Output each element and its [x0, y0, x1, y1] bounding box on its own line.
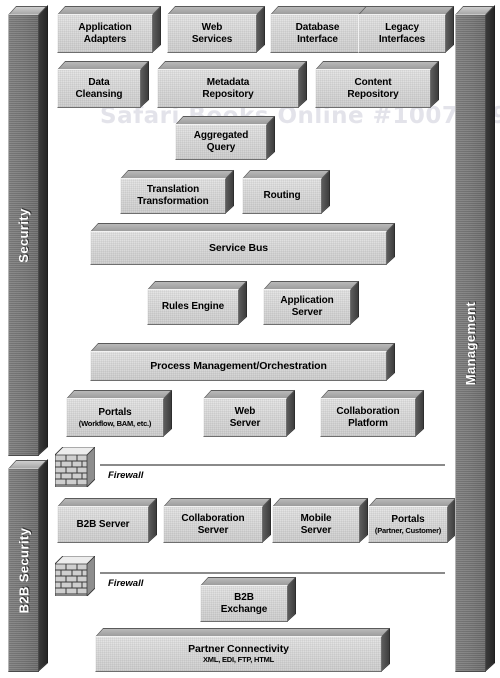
node-legacy-interfaces: Legacy Interfaces — [358, 5, 455, 54]
node-label-rules-engine: Rules Engine — [161, 301, 225, 312]
node-application-server: Application Server — [263, 280, 360, 325]
node-label-collaboration-platform: Collaboration Platform — [336, 405, 400, 429]
pillar-b2b-security: B2B Security — [8, 458, 48, 672]
pillar-label-security: Security — [16, 207, 32, 263]
node-sublabel-portals-internal: (Workflow, BAM, etc.) — [78, 418, 152, 428]
architecture-diagram: Safari Books Online #1007329/ Security B2… — [0, 0, 500, 678]
box-front-face: B2B Server — [57, 506, 149, 543]
node-mobile-server: Mobile Server — [272, 497, 369, 543]
box-front-face: Process Management/Orchestration — [90, 351, 387, 381]
node-label-process-management-orchestration: Process Management/Orchestration — [150, 360, 327, 372]
node-aggregated-query: Aggregated Query — [175, 115, 276, 160]
box-front-face: Application Server — [263, 289, 351, 325]
node-label-application-adapters: Application Adapters — [78, 21, 132, 45]
box-front-face: Collaboration Server — [163, 506, 263, 543]
box-front-face: Portals (Workflow, BAM, etc.) — [66, 398, 164, 437]
node-collaboration-server: Collaboration Server — [163, 497, 272, 543]
pillar-label-b2b-security: B2B Security — [16, 527, 32, 613]
node-label-mobile-server: Mobile Server — [300, 512, 332, 536]
box-front-face: Web Services — [167, 14, 257, 53]
node-label-portals-internal: Portals — [98, 406, 132, 418]
pillar-label-management: Management — [463, 301, 478, 385]
firewall-label: Firewall — [108, 470, 144, 481]
node-label-portals-external: Portals — [391, 513, 425, 525]
node-label-legacy-interfaces: Legacy Interfaces — [378, 21, 426, 45]
node-label-b2b-exchange: B2B Exchange — [220, 591, 268, 615]
node-content-repository: Content Repository — [315, 60, 440, 108]
node-label-metadata-repository: Metadata Repository — [202, 76, 254, 100]
pillar-security: Security — [8, 4, 48, 456]
box-front-face: Data Cleansing — [57, 69, 141, 108]
node-label-data-cleansing: Data Cleansing — [75, 76, 123, 100]
node-partner-connectivity: Partner Connectivity XML, EDI, FTP, HTML — [95, 627, 391, 672]
node-label-web-server: Web Server — [229, 405, 261, 429]
pillar-front-face: Security — [8, 14, 39, 456]
box-front-face: Routing — [242, 178, 322, 214]
node-portals-external: Portals (Partner, Customer) — [368, 497, 457, 543]
node-label-b2b-server: B2B Server — [76, 518, 130, 530]
box-front-face: Collaboration Platform — [320, 398, 416, 437]
pillar-side-face — [38, 458, 48, 672]
pillar-side-face — [38, 4, 48, 456]
node-web-server: Web Server — [203, 389, 296, 437]
node-service-bus: Service Bus — [90, 222, 396, 265]
box-front-face: Web Server — [203, 398, 287, 437]
pillar-front-face: B2B Security — [8, 468, 39, 672]
pillar-side-face — [485, 4, 495, 672]
box-front-face: Database Interface — [270, 14, 365, 53]
node-b2b-server: B2B Server — [57, 497, 158, 543]
node-label-translation-transformation: Translation Transformation — [137, 184, 209, 207]
box-front-face: Rules Engine — [147, 289, 239, 325]
box-front-face: Service Bus — [90, 231, 387, 265]
node-data-cleansing: Data Cleansing — [57, 60, 150, 108]
node-b2b-exchange: B2B Exchange — [200, 576, 297, 622]
node-metadata-repository: Metadata Repository — [157, 60, 308, 108]
node-process-management-orchestration: Process Management/Orchestration — [90, 342, 396, 381]
firewall-boundary-line — [100, 464, 445, 466]
pillar-front-face: Management — [455, 14, 486, 672]
box-front-face: Content Repository — [315, 69, 431, 108]
box-front-face: B2B Exchange — [200, 585, 288, 622]
brick-wall-icon — [54, 446, 96, 488]
node-collaboration-platform: Collaboration Platform — [320, 389, 425, 437]
node-label-application-server: Application Server — [280, 295, 334, 318]
node-label-content-repository: Content Repository — [347, 76, 399, 100]
node-label-collaboration-server: Collaboration Server — [181, 512, 245, 536]
box-front-face: Aggregated Query — [175, 124, 267, 160]
brick-wall-icon — [54, 555, 96, 597]
node-sublabel-partner-connectivity: XML, EDI, FTP, HTML — [202, 655, 275, 664]
box-front-face: Portals (Partner, Customer) — [368, 506, 448, 543]
node-label-routing: Routing — [263, 190, 301, 201]
box-front-face: Mobile Server — [272, 506, 360, 543]
firewall-label: Firewall — [108, 578, 144, 589]
node-application-adapters: Application Adapters — [57, 5, 162, 54]
node-routing: Routing — [242, 169, 331, 214]
node-label-database-interface: Database Interface — [295, 21, 340, 45]
firewall-boundary-line — [100, 572, 445, 574]
node-label-aggregated-query: Aggregated Query — [193, 130, 249, 153]
box-front-face: Legacy Interfaces — [358, 14, 446, 53]
node-portals-internal: Portals (Workflow, BAM, etc.) — [66, 389, 173, 437]
pillar-management: Management — [455, 4, 495, 672]
box-front-face: Metadata Repository — [157, 69, 299, 108]
box-front-face: Application Adapters — [57, 14, 153, 53]
node-translation-transformation: Translation Transformation — [120, 169, 235, 214]
node-rules-engine: Rules Engine — [147, 280, 248, 325]
node-sublabel-portals-external: (Partner, Customer) — [374, 525, 442, 535]
box-front-face: Partner Connectivity XML, EDI, FTP, HTML — [95, 636, 382, 672]
node-label-service-bus: Service Bus — [208, 242, 269, 254]
box-front-face: Translation Transformation — [120, 178, 226, 214]
node-web-services: Web Services — [167, 5, 266, 54]
node-label-web-services: Web Services — [191, 21, 233, 45]
node-label-partner-connectivity: Partner Connectivity — [188, 643, 289, 655]
